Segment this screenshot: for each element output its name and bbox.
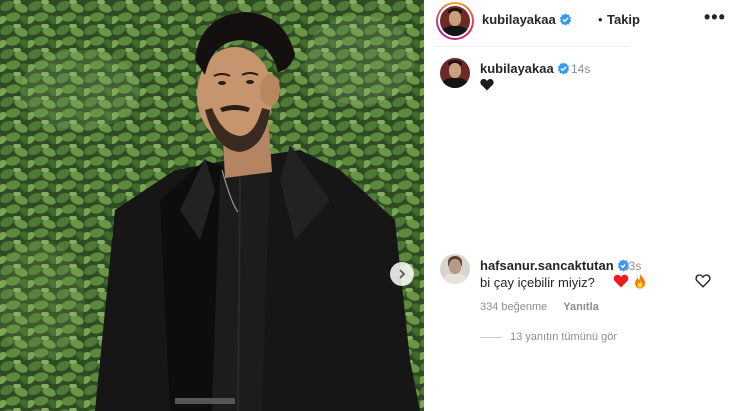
header-separator: • [598, 12, 603, 27]
commenter-avatar[interactable] [440, 254, 470, 284]
caption-avatar[interactable] [440, 58, 470, 88]
next-photo-button[interactable] [390, 262, 414, 286]
post-caption: kubilayakaa 14s [424, 58, 750, 98]
story-ring[interactable] [436, 2, 474, 40]
replies-line [480, 336, 502, 338]
commenter-username-row: hafsanur.sancaktutan [480, 258, 630, 273]
red-heart-icon [613, 274, 629, 288]
more-options-button[interactable]: ••• [704, 8, 726, 30]
instagram-post: kubilayakaa • Takip ••• kubilayakaa 14s [0, 0, 750, 411]
follow-button[interactable]: Takip [607, 12, 640, 27]
header-divider [434, 46, 630, 47]
profile-photo-icon [440, 6, 470, 36]
view-replies-label: 13 yanıtın tümünü gör [510, 331, 618, 343]
fire-icon [635, 273, 645, 289]
commenter-username[interactable]: hafsanur.sancaktutan [480, 258, 614, 273]
caption-time: 14s [571, 62, 591, 76]
comment-time: 13s [622, 259, 642, 273]
chevron-right-icon [399, 269, 406, 279]
verified-badge-icon [559, 13, 571, 26]
comment-item: hafsanur.sancaktutan 13s bi çay içebilir… [424, 254, 750, 324]
comment-emojis [613, 273, 648, 289]
caption-username-row: kubilayakaa [480, 61, 570, 76]
comment-likes[interactable]: 334 beğenme [480, 301, 547, 313]
post-header: kubilayakaa • Takip ••• [424, 0, 750, 46]
author-username[interactable]: kubilayakaa [482, 12, 556, 27]
comment-meta: 334 beğenme Yanıtla [480, 301, 599, 313]
post-photo[interactable] [0, 0, 424, 411]
like-heart-icon[interactable] [695, 273, 711, 288]
post-side-panel: kubilayakaa • Takip ••• kubilayakaa 14s [424, 0, 750, 411]
caption-username[interactable]: kubilayakaa [480, 61, 554, 76]
verified-badge-icon [557, 62, 569, 75]
black-heart-icon [480, 79, 494, 91]
man-in-black-coat-photo [0, 0, 424, 411]
reply-button[interactable]: Yanıtla [563, 301, 598, 313]
author-username-row[interactable]: kubilayakaa [482, 12, 572, 27]
comment-text: bi çay içebilir miyiz? [480, 275, 595, 290]
view-replies-button[interactable]: 13 yanıtın tümünü gör [480, 331, 617, 343]
